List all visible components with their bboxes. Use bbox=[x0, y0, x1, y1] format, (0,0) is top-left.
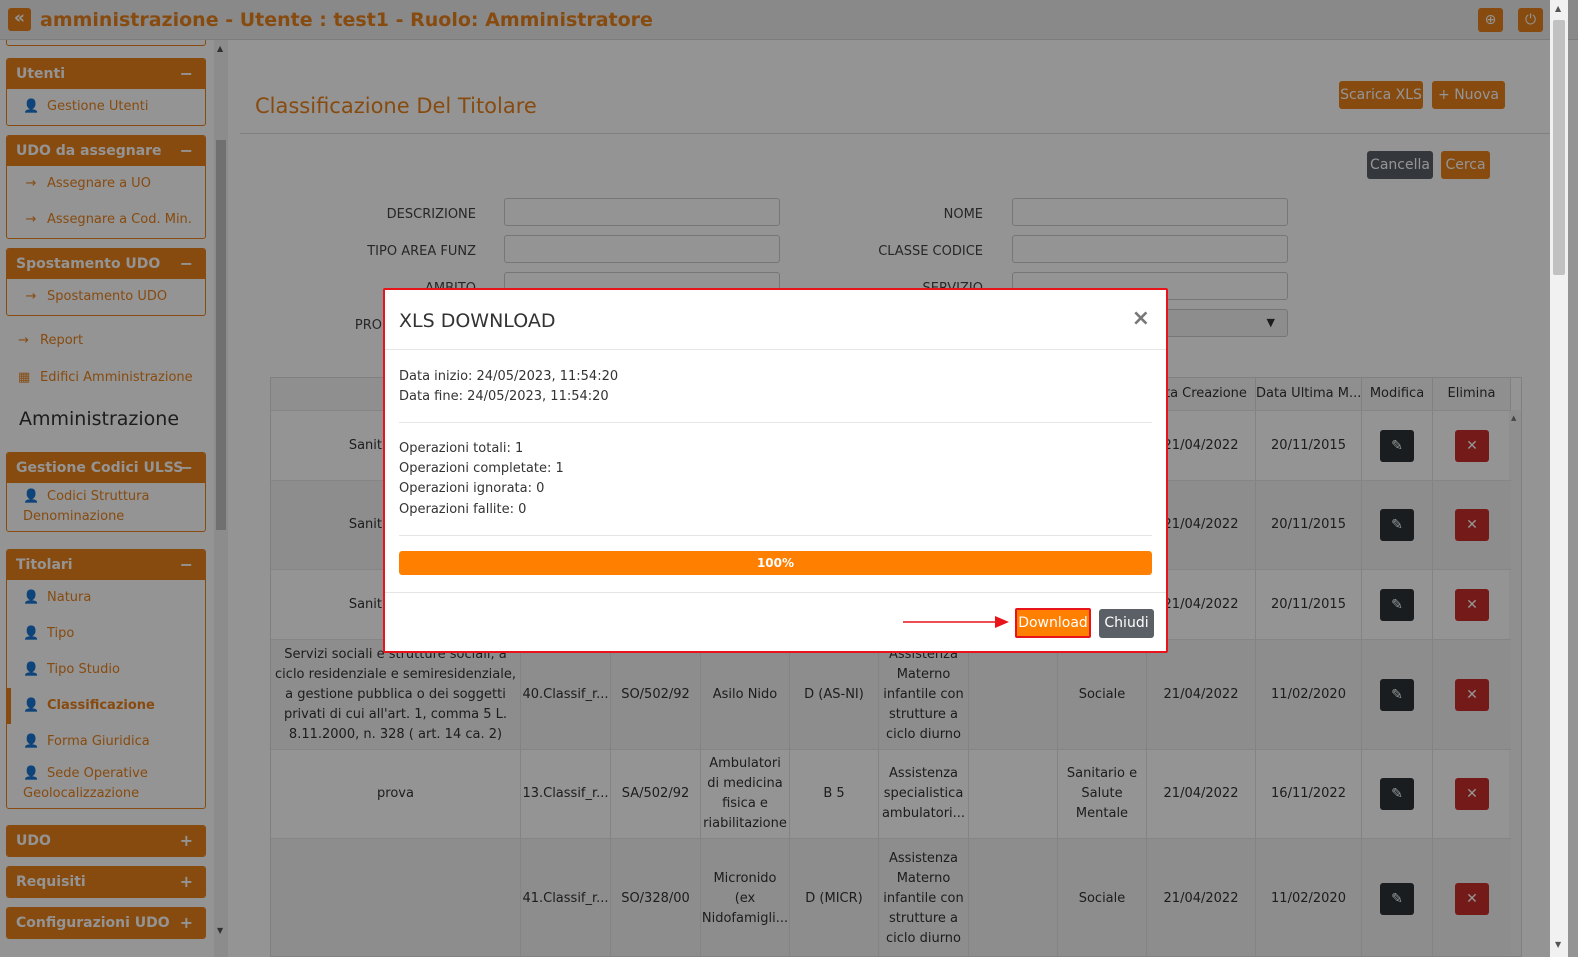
annotation-arrow-icon bbox=[903, 616, 1009, 628]
page-scroll-thumb[interactable] bbox=[1553, 20, 1565, 275]
modal-title: XLS DOWNLOAD bbox=[399, 310, 556, 332]
operazioni-completate: Operazioni completate: 1 bbox=[399, 461, 564, 476]
modal-footer-divider bbox=[385, 592, 1166, 593]
divider bbox=[399, 422, 1152, 423]
download-button[interactable]: Download bbox=[1015, 608, 1091, 638]
operazioni-totali: Operazioni totali: 1 bbox=[399, 441, 524, 456]
operazioni-fallite: Operazioni fallite: 0 bbox=[399, 502, 527, 517]
progress-bar: 100% bbox=[399, 551, 1152, 575]
page-scrollbar[interactable]: ▲ ▼ bbox=[1550, 0, 1568, 957]
data-inizio: Data inizio: 24/05/2023, 11:54:20 bbox=[399, 369, 619, 384]
xls-download-modal: XLS DOWNLOAD × Data inizio: 24/05/2023, … bbox=[383, 288, 1168, 653]
progress-label: 100% bbox=[756, 556, 795, 570]
scroll-up-icon[interactable]: ▲ bbox=[1555, 4, 1561, 13]
chiudi-button[interactable]: Chiudi bbox=[1099, 609, 1154, 638]
divider bbox=[399, 535, 1152, 536]
modal-header: XLS DOWNLOAD × bbox=[385, 290, 1166, 350]
operazioni-ignorata: Operazioni ignorata: 0 bbox=[399, 481, 545, 496]
data-fine: Data fine: 24/05/2023, 11:54:20 bbox=[399, 389, 609, 404]
scroll-down-icon[interactable]: ▼ bbox=[1555, 940, 1561, 949]
close-icon[interactable]: × bbox=[1132, 306, 1150, 331]
